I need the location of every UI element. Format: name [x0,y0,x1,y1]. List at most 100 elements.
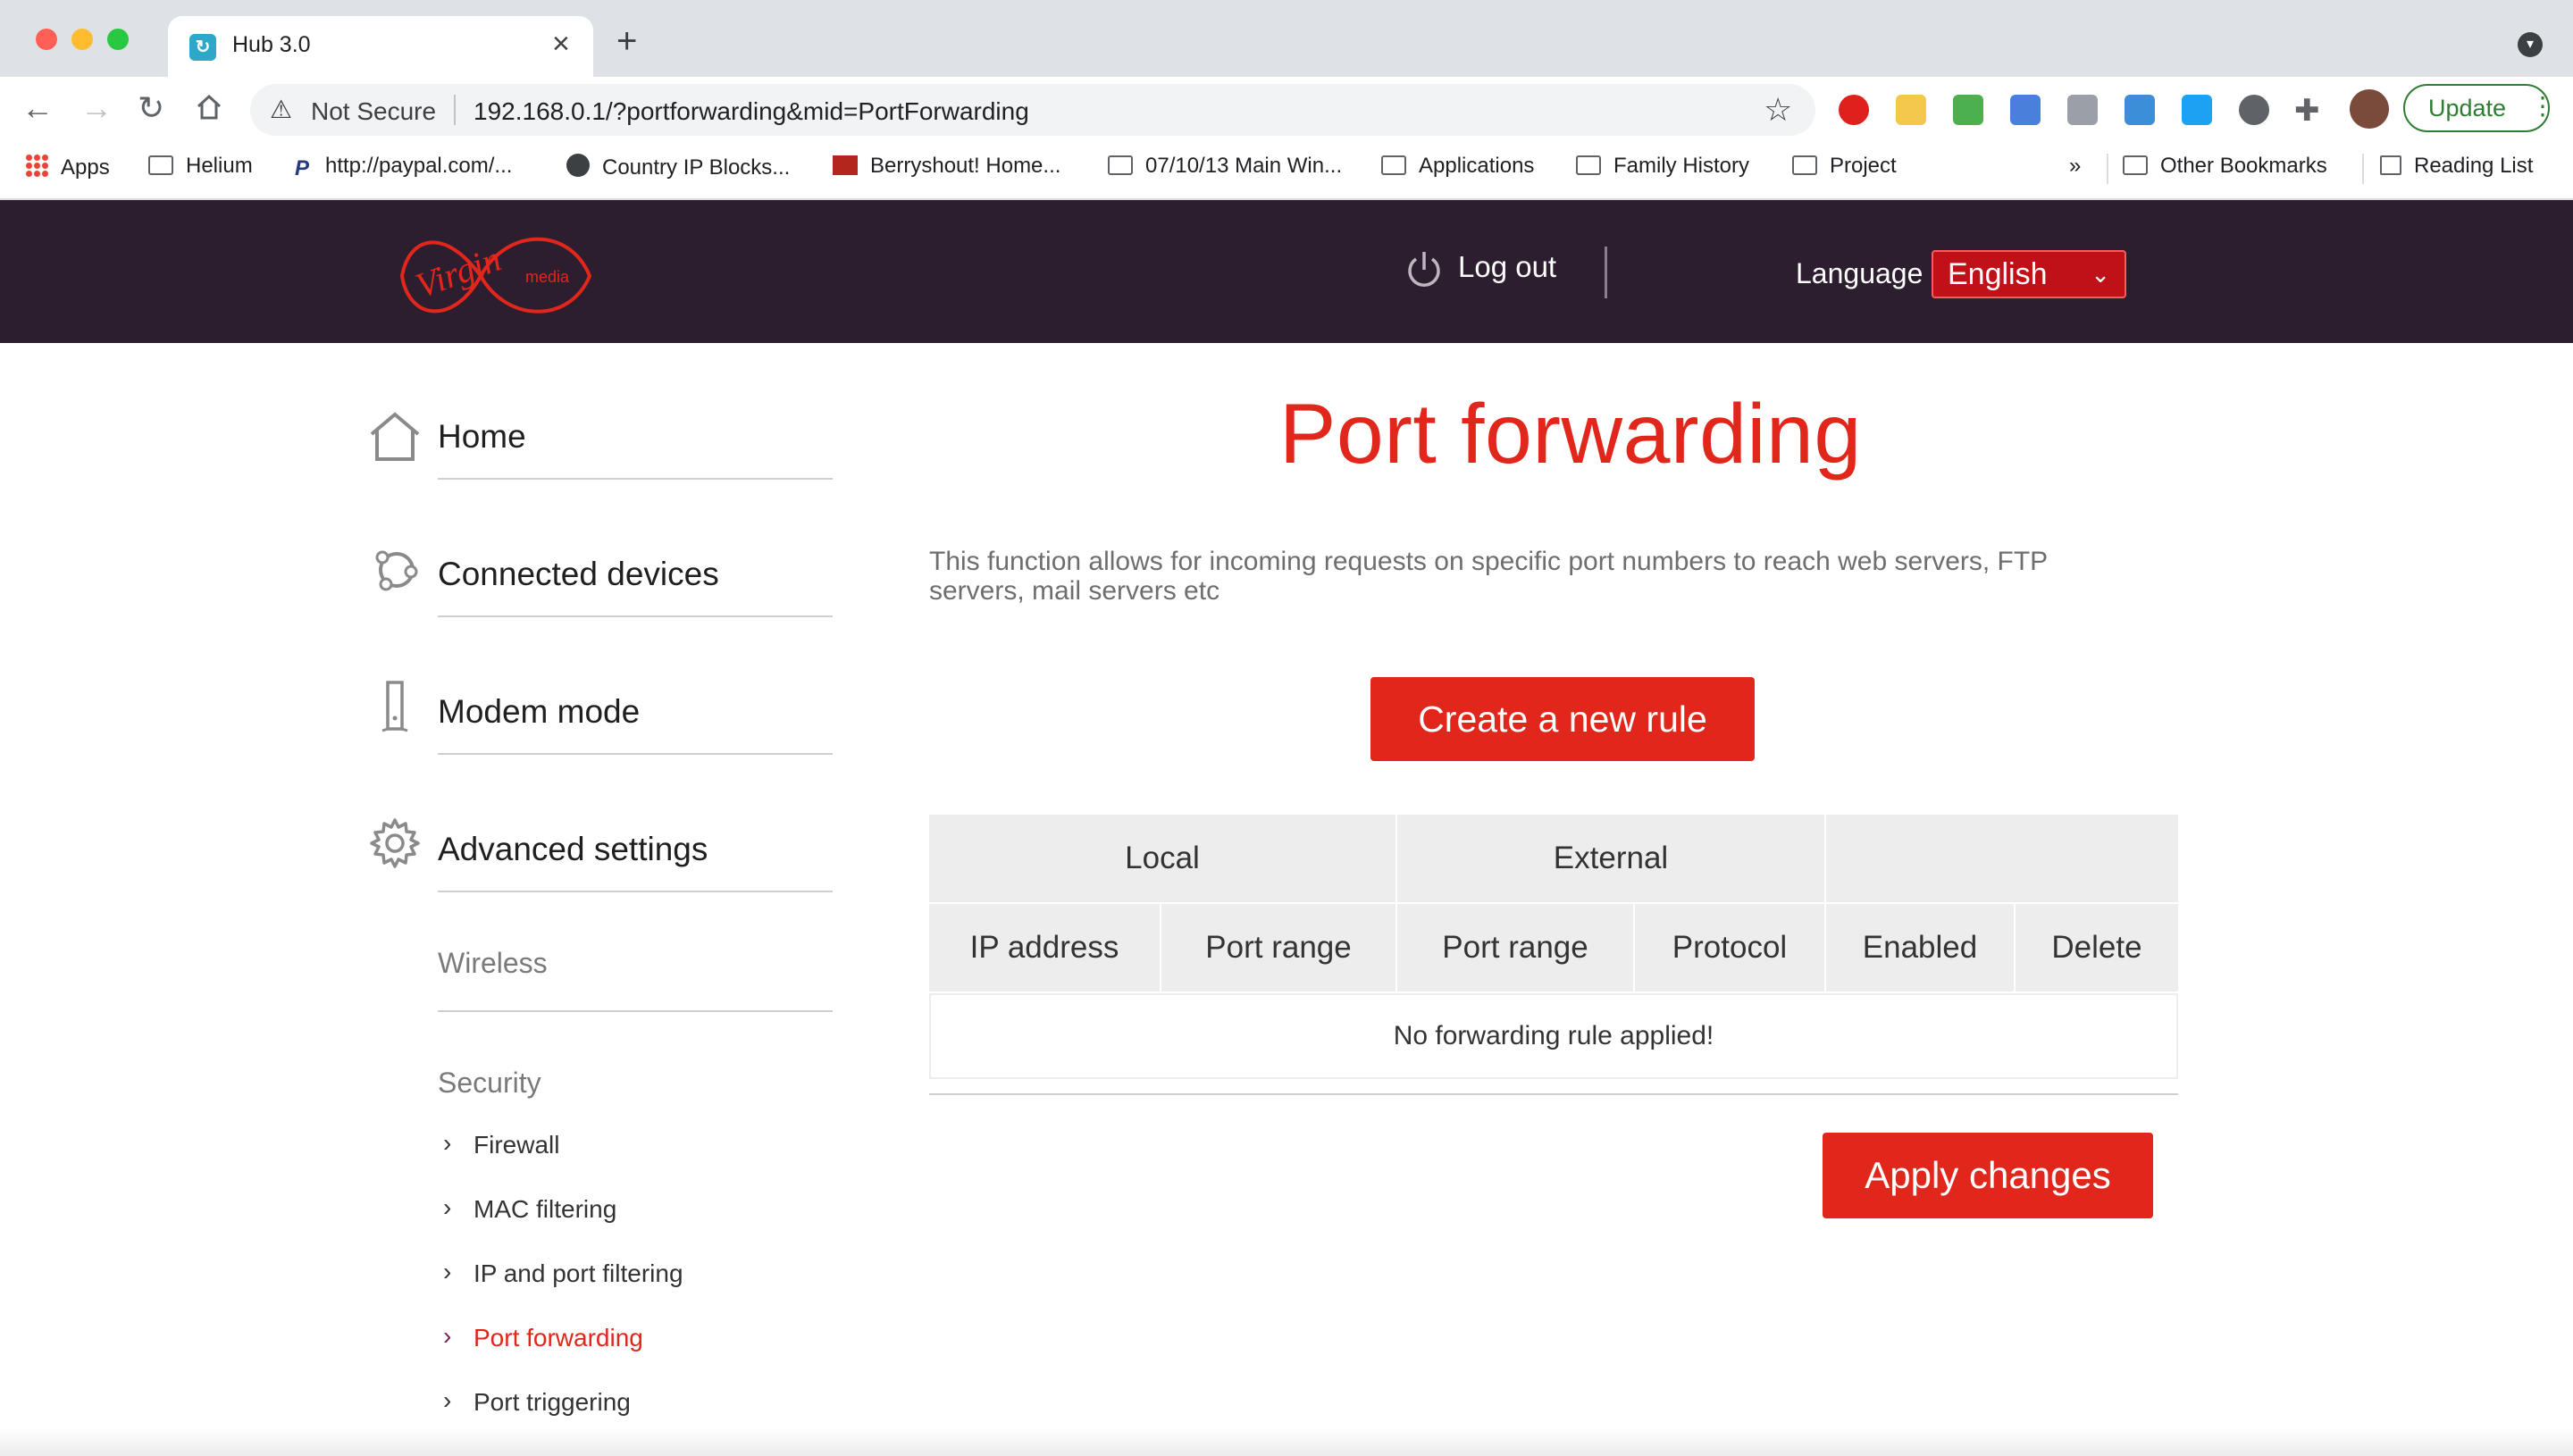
group-header-external: External [1397,815,1824,902]
back-icon[interactable]: ← [21,89,54,127]
warning-icon: ⚠ [270,96,293,123]
folder-icon [1108,155,1133,175]
nav-divider [438,753,833,755]
tab-title: Hub 3.0 [232,32,311,57]
screenshot-extension-icon[interactable] [1953,95,1983,125]
nav-advanced-settings[interactable]: Advanced settings [438,831,708,868]
bookmark-project[interactable]: Project [1792,154,1897,179]
chevron-right-icon: › [443,1129,452,1157]
bookmark-applications[interactable]: Applications [1381,154,1534,179]
nav-port-forwarding[interactable]: Port forwarding [474,1324,643,1352]
language-label: Language [1796,257,1923,289]
chevron-right-icon: › [443,1322,452,1350]
reload-icon[interactable]: ↻ [138,89,164,127]
folder-icon [2123,155,2148,175]
forward-icon[interactable]: → [80,89,113,127]
tp-link-favicon-icon: ↻ [189,34,216,61]
new-tab-icon[interactable]: + [616,21,637,62]
nav-firewall[interactable]: Firewall [474,1131,559,1159]
minimize-window-button[interactable] [71,29,93,50]
page-title: Port forwarding [1279,387,1862,481]
nav-ip-port-filtering[interactable]: IP and port filtering [474,1259,683,1288]
power-icon[interactable] [1404,248,1444,296]
chevron-right-icon: › [443,1193,452,1221]
nav-divider [438,1010,833,1012]
gear-icon [366,815,423,876]
nav-divider [438,615,833,617]
chevron-down-icon: ⌄ [2091,261,2110,288]
language-value: English [1948,257,2048,291]
create-rule-button[interactable]: Create a new rule [1370,677,1755,761]
close-window-button[interactable] [36,29,57,50]
browser-tab[interactable]: ↻ Hub 3.0 × [168,16,593,77]
update-button[interactable]: Update [2403,84,2550,132]
column-header-ip-address: IP address [929,904,1160,992]
window-extension-icon[interactable] [2125,95,2155,125]
apply-changes-button[interactable]: Apply changes [1823,1133,2153,1218]
bookmark-berryshout[interactable]: Berryshout! Home... [833,154,1060,179]
bookmarks-divider [2107,154,2108,184]
bookmark-helium[interactable]: Helium [148,154,253,179]
bookmark-apps[interactable]: Apps [25,154,110,180]
globe-icon [566,154,590,177]
group-header-local: Local [929,815,1395,902]
bookmark-paypal[interactable]: Phttp://paypal.com/... [295,154,512,180]
profile-avatar[interactable] [2350,89,2389,129]
nav-security[interactable]: Security [438,1067,541,1100]
home-icon [366,407,423,469]
nav-connected-devices[interactable]: Connected devices [438,556,719,593]
berryshout-icon [833,155,858,175]
tab-close-icon[interactable]: × [552,27,570,62]
folder-icon [1381,155,1406,175]
apps-grid-icon [25,154,48,177]
bookmark-family-history[interactable]: Family History [1576,154,1749,179]
logout-button[interactable]: Log out [1458,250,1556,284]
nav-mac-filtering[interactable]: MAC filtering [474,1195,616,1224]
code-extension-icon[interactable] [2067,95,2098,125]
header-divider [1605,247,1607,298]
home-button-icon[interactable] [195,93,223,126]
page-description: This function allows for incoming reques… [929,547,2048,606]
language-select[interactable]: English ⌄ [1932,250,2126,298]
bookmarks-bar: Apps Helium Phttp://paypal.com/... Count… [0,141,2573,200]
bookmark-other[interactable]: Other Bookmarks [2123,154,2327,179]
column-header-enabled: Enabled [1826,904,2014,992]
nav-port-triggering[interactable]: Port triggering [474,1388,631,1417]
bookmarks-divider [2362,154,2364,184]
omnibox-divider [454,95,456,125]
address-bar[interactable]: ⚠ Not Secure 192.168.0.1/?portforwarding… [250,84,1815,136]
svg-text:media: media [525,268,570,286]
nav-modem-mode[interactable]: Modem mode [438,693,640,731]
chevron-right-icon: › [443,1258,452,1285]
extensions-puzzle-icon[interactable]: ✚ [2294,93,2320,129]
connected-devices-icon [366,541,423,603]
browser-toolbar: ← → ↻ ⚠ Not Secure 192.168.0.1/?portforw… [0,77,2573,141]
bookmark-star-icon[interactable]: ☆ [1764,91,1792,129]
reading-list-button[interactable]: Reading List [2380,154,2533,179]
folder-icon [1576,155,1601,175]
not-secure-label[interactable]: Not Secure [311,97,436,126]
nav-wireless[interactable]: Wireless [438,947,548,980]
router-header: Virgin media Log out Language English ⌄ [0,200,2573,343]
folder-icon [1792,155,1817,175]
table-divider [929,1093,2178,1095]
nav-home[interactable]: Home [438,418,526,456]
dark-mode-extension-icon[interactable] [2239,95,2269,125]
virgin-media-logo[interactable]: Virgin media [391,209,606,347]
zoom-window-button[interactable] [107,29,129,50]
bookmarks-overflow-button[interactable]: » [2069,154,2081,179]
bookmark-main-win[interactable]: 07/10/13 Main Win... [1108,154,1342,179]
colorzilla-extension-icon[interactable] [2010,95,2041,125]
menu-dots-icon[interactable]: ⋮ [2530,91,2555,121]
group-header-blank [1826,815,2178,902]
browser-tab-strip: ↻ Hub 3.0 × + ▾ [0,0,2573,77]
folder-icon [148,155,173,175]
column-header-delete: Delete [2016,904,2178,992]
url-text[interactable]: 192.168.0.1/?portforwarding&mid=PortForw… [474,97,1029,126]
tab-search-icon[interactable]: ▾ [2518,32,2543,57]
paypal-icon: P [295,156,310,180]
twitter-extension-icon[interactable] [2182,95,2212,125]
notes-extension-icon[interactable] [1896,95,1926,125]
adblock-extension-icon[interactable] [1839,95,1869,125]
bookmark-country-ip[interactable]: Country IP Blocks... [566,154,790,180]
